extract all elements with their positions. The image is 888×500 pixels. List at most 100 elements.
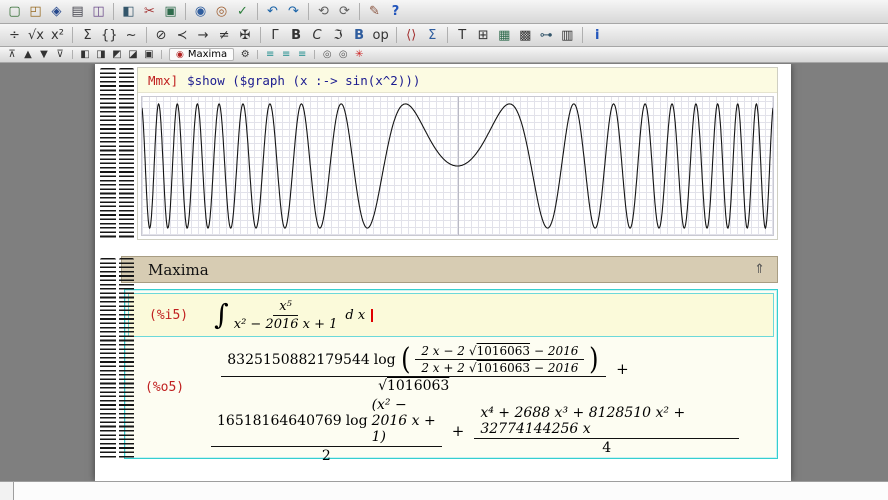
insert-above-icon[interactable]: ⊼: [5, 48, 19, 61]
term1-inner-fraction: 2 x − 2 √1016063 − 2016 2 x + 2 √1016063…: [415, 344, 585, 375]
cell-top-icon[interactable]: ◩: [110, 48, 124, 61]
maxima-input-field[interactable]: (%i5) ∫ x⁵ x² − 2016 x + 1 d x: [128, 293, 774, 337]
fraction-icon[interactable]: ÷: [5, 26, 24, 45]
radicand: 1016063: [476, 344, 531, 358]
operator-icon[interactable]: op: [371, 26, 391, 45]
forward-icon[interactable]: ⟳: [335, 2, 354, 21]
inner-num-pre: 2 x − 2: [421, 344, 465, 358]
mmx-input-line[interactable]: Mmx] $show ($graph (x :-> sin(x^2))): [138, 68, 777, 93]
bold-math-icon[interactable]: B: [287, 26, 306, 45]
undo-icon[interactable]: ↶: [263, 2, 282, 21]
align-left-icon[interactable]: ≡: [263, 48, 277, 61]
output-line-2: 16518164640769 log (x² − 2016 x + 1) 2 +…: [211, 397, 739, 464]
toolbar-separator: [581, 27, 583, 43]
help-icon[interactable]: ?: [386, 2, 405, 21]
toolbar-separator: [185, 3, 186, 20]
scissors-red-icon[interactable]: ✳: [352, 48, 366, 61]
accent-icon[interactable]: ~: [122, 26, 141, 45]
text-cursor: [371, 308, 374, 322]
circled-operator-icon[interactable]: ⊘: [152, 26, 171, 45]
spiral-coil: [118, 258, 134, 459]
session-settings-icon[interactable]: ⚙: [238, 48, 252, 61]
fraktur-icon[interactable]: ℑ: [329, 26, 348, 45]
inner-den-post: − 2016: [534, 361, 579, 375]
cell-right-icon[interactable]: ◨: [94, 48, 108, 61]
inner-numerator: 2 x − 2 √1016063 − 2016: [415, 344, 585, 360]
sqrt-expression: √1016063: [469, 344, 530, 358]
cell-bottom-icon[interactable]: ◪: [126, 48, 140, 61]
plus-operator: +: [451, 421, 465, 440]
differential: d x: [345, 307, 366, 323]
focus-toolbar-left-icons: ⊼ ▲ ▼ ⊽ ◧ ◨ ◩ ◪ ▣: [4, 48, 157, 61]
maxima-session-title: Maxima: [148, 260, 209, 279]
term3-fraction: x⁴ + 2688 x³ + 8128510 x² + 32774144256 …: [474, 405, 739, 456]
term1-coefficient: 8325150882179544: [227, 351, 370, 368]
greek-letter-icon[interactable]: Γ: [266, 26, 285, 45]
compose-icon[interactable]: ✎: [365, 2, 384, 21]
braces-icon[interactable]: {}: [99, 26, 120, 45]
left-paren: (: [400, 341, 411, 377]
maxima-session-body: (%i5) ∫ x⁵ x² − 2016 x + 1 d x (%o5) 832…: [124, 289, 778, 464]
radical-sign: √: [468, 344, 477, 358]
focus-next-icon[interactable]: ▼: [37, 48, 51, 61]
cell-frame-icon[interactable]: ▣: [142, 48, 156, 61]
maxima-input-formula: ∫ x⁵ x² − 2016 x + 1 d x: [214, 299, 374, 332]
spell-check-icon[interactable]: ✓: [233, 2, 252, 21]
back-icon[interactable]: ⟲: [314, 2, 333, 21]
align-right-icon[interactable]: ≡: [295, 48, 309, 61]
term2-numerator: 16518164640769 log (x² − 2016 x + 1): [211, 397, 442, 447]
insert-below-icon[interactable]: ⊽: [53, 48, 67, 61]
insert-table-icon[interactable]: ⊞: [474, 26, 493, 45]
clipboard-icon[interactable]: ▥: [558, 26, 577, 45]
preview-icon[interactable]: ◫: [89, 2, 108, 21]
new-document-icon[interactable]: ▢: [5, 2, 24, 21]
inner-den-pre: 2 x + 2: [421, 361, 465, 375]
calligraphic-icon[interactable]: C: [308, 26, 327, 45]
insert-image-icon[interactable]: ▦: [495, 26, 514, 45]
session-selector[interactable]: ◉ Maxima: [169, 48, 235, 61]
print-icon[interactable]: ▤: [68, 2, 87, 21]
ring-binder-icon-2[interactable]: ◎: [336, 48, 350, 61]
big-operator-icon[interactable]: Σ: [423, 26, 442, 45]
negation-icon[interactable]: ≠: [215, 26, 234, 45]
search-icon[interactable]: ◉: [191, 2, 210, 21]
plot-canvas: [142, 102, 773, 230]
term3-denominator: 4: [602, 440, 612, 456]
insert-grid-icon[interactable]: ▩: [516, 26, 535, 45]
open-document-icon[interactable]: ◰: [26, 2, 45, 21]
ring-binder-icon[interactable]: ◎: [320, 48, 334, 61]
hyperlink-icon[interactable]: ⊶: [537, 26, 556, 45]
document-area: Mmx] $show ($graph (x :-> sin(x^2))) Max…: [0, 64, 888, 481]
document-page[interactable]: Mmx] $show ($graph (x :-> sin(x^2))) Max…: [95, 64, 791, 481]
paste-icon[interactable]: ▣: [161, 2, 180, 21]
maxima-input-prompt: (%i5): [149, 307, 189, 323]
spiral-binding: [100, 68, 134, 239]
info-icon[interactable]: i: [588, 26, 607, 45]
save-document-icon[interactable]: ◈: [47, 2, 66, 21]
copy-icon[interactable]: ◧: [119, 2, 138, 21]
blackboard-bold-icon[interactable]: B: [350, 26, 369, 45]
script-icon[interactable]: x²: [48, 26, 67, 45]
arrow-icon[interactable]: →: [194, 26, 213, 45]
relation-icon[interactable]: ≺: [173, 26, 192, 45]
toolbar-separator: [257, 50, 259, 59]
align-center-icon[interactable]: ≡: [279, 48, 293, 61]
brackets-icon[interactable]: ⟨⟩: [402, 26, 421, 45]
collapse-session-icon[interactable]: ⇑: [754, 262, 765, 277]
texmacs-window: ▢ ◰ ◈ ▤ ◫ ◧ ✂ ▣ ◉ ◎ ✓ ↶ ↷ ⟲ ⟳ ✎? ÷ √x x² Σ{} ~ ⊘ ≺ → ≠ ✠ Γ B C ℑ Bop ⟨…: [0, 0, 888, 500]
text-mode-icon[interactable]: T: [453, 26, 472, 45]
sqrt-icon[interactable]: √x: [26, 26, 46, 45]
integrand-denominator: x² − 2016 x + 1: [233, 316, 338, 332]
cell-left-icon[interactable]: ◧: [78, 48, 92, 61]
toolbar-separator: [113, 3, 114, 20]
misc-symbol-icon[interactable]: ✠: [236, 26, 255, 45]
focus-toolbar: ⊼ ▲ ▼ ⊽ ◧ ◨ ◩ ◪ ▣ ◉ Maxima ⚙ ≡ ≡ ≡ ◎ ◎ ✳: [0, 47, 888, 63]
radical-sign: √: [468, 361, 477, 375]
output-line-1: 8325150882179544 log ( 2 x − 2 √1016063 …: [211, 344, 639, 394]
redo-icon[interactable]: ↷: [284, 2, 303, 21]
term2-fraction: 16518164640769 log (x² − 2016 x + 1) 2: [211, 397, 442, 464]
focus-previous-icon[interactable]: ▲: [21, 48, 35, 61]
cut-icon[interactable]: ✂: [140, 2, 159, 21]
sum-icon[interactable]: Σ: [78, 26, 97, 45]
replace-icon[interactable]: ◎: [212, 2, 231, 21]
